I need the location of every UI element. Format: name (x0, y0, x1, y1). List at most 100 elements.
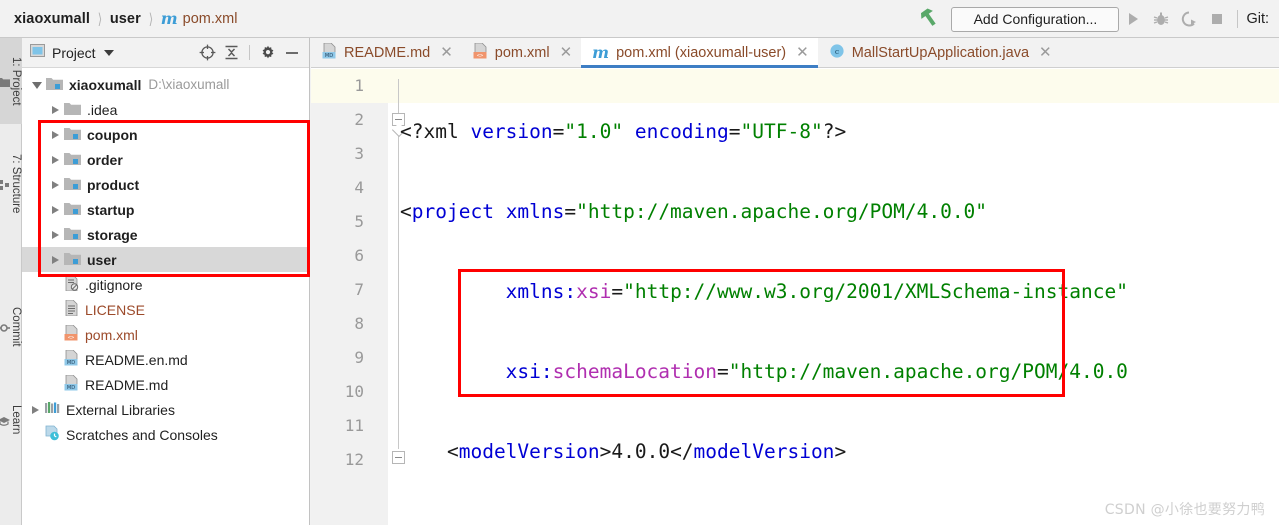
chevron-collapsed-icon[interactable] (52, 255, 59, 264)
tree-node-xiaoxumall[interactable]: xiaoxumall D:\xiaoxumall (22, 72, 309, 97)
tree-node-coupon[interactable]: coupon (22, 122, 309, 147)
tree-node-label: xiaoxumall (69, 76, 142, 93)
sidebar-item-learn[interactable]: Learn (0, 388, 22, 452)
hammer-icon[interactable] (917, 7, 943, 31)
tree-node-user[interactable]: user (22, 247, 309, 272)
editor-area: MD README.md ✕ <> pom.xml ✕ m pom.xml (x… (311, 38, 1279, 525)
code-line-5: <modelVersion>4.0.0</modelVersion> (446, 440, 847, 463)
tree-node-license[interactable]: LICENSE (22, 297, 309, 322)
sidebar-item-commit[interactable]: Commit (0, 288, 22, 366)
toolbar-actions: Add Configuration... Git: (917, 0, 1279, 38)
chevron-down-icon[interactable] (103, 49, 114, 56)
tree-node-product[interactable]: product (22, 172, 309, 197)
svg-text:MD: MD (325, 53, 333, 59)
hide-minimize-icon[interactable] (281, 42, 303, 64)
select-opened-file-icon[interactable] (196, 42, 218, 64)
line-number: 5 (354, 212, 364, 231)
tree-node-label: product (87, 176, 140, 193)
tree-node-label: README.md (85, 376, 169, 393)
xml-file-icon: <> (473, 42, 488, 63)
line-number: 4 (354, 178, 364, 197)
chevron-collapsed-icon[interactable] (52, 105, 59, 114)
maven-m-icon: m (160, 8, 178, 28)
tree-node-readme-en-md[interactable]: MD README.en.md (22, 347, 309, 372)
breadcrumb-file[interactable]: pom.xml (183, 11, 238, 27)
java-class-icon: c (829, 43, 845, 63)
tree-node-path: D:\xiaoxumall (148, 77, 230, 92)
top-toolbar: xiaoxumall ⟩ user ⟩ m pom.xml Add Config… (0, 0, 1279, 38)
run-with-coverage-icon[interactable] (1175, 5, 1203, 33)
tree-node-label: order (87, 151, 123, 168)
sidebar-item-structure[interactable]: 7: Structure (0, 134, 22, 234)
breadcrumb-separator: ⟩ (97, 10, 103, 28)
tab-mallstartupapplication-java[interactable]: c MallStartUpApplication.java ✕ (817, 38, 1061, 67)
tab-readme-md[interactable]: MD README.md ✕ (311, 38, 462, 67)
sidebar-item-project[interactable]: 1: Project (0, 38, 22, 124)
code-editor[interactable]: 1 2 3 4 5 6 7 8 9 10 11 12 <?xml version… (311, 69, 1279, 525)
tree-node-readme-md[interactable]: MD README.md (22, 372, 309, 397)
module-folder-icon (46, 76, 63, 94)
git-label[interactable]: Git: (1244, 11, 1275, 27)
close-icon[interactable]: ✕ (796, 45, 809, 60)
tree-node-scratches-and-consoles[interactable]: Scratches and Consoles (22, 422, 309, 447)
tree-node-label: External Libraries (66, 401, 175, 418)
tab-label: MallStartUpApplication.java (851, 44, 1030, 61)
chevron-collapsed-icon[interactable] (52, 230, 59, 239)
code-line-4: xsi:schemaLocation="http://maven.apache.… (505, 360, 1128, 383)
chevron-collapsed-icon[interactable] (52, 155, 59, 164)
line-number: 6 (354, 246, 364, 265)
tree-node-idea[interactable]: .idea (22, 97, 309, 122)
svg-text:MD: MD (67, 360, 75, 366)
project-panel-title: Project (52, 44, 96, 61)
line-number: 11 (344, 416, 364, 435)
svg-text:<>: <> (68, 335, 75, 341)
chevron-collapsed-icon[interactable] (52, 130, 59, 139)
xml-file-icon: <> (64, 324, 79, 344)
code-lines[interactable]: <?xml version="1.0" encoding="UTF-8"?> <… (400, 69, 1279, 525)
line-number: 9 (354, 348, 364, 367)
tree-node-order[interactable]: order (22, 147, 309, 172)
chevron-collapsed-icon[interactable] (32, 405, 39, 414)
editor-tab-bar: MD README.md ✕ <> pom.xml ✕ m pom.xml (x… (311, 38, 1279, 68)
close-icon[interactable]: ✕ (440, 45, 453, 60)
close-icon[interactable]: ✕ (1039, 45, 1052, 60)
line-number: 7 (354, 280, 364, 299)
tree-node-label: Scratches and Consoles (66, 426, 218, 443)
module-folder-icon (64, 151, 81, 169)
breadcrumb: xiaoxumall ⟩ user ⟩ m pom.xml (0, 10, 237, 28)
markdown-file-icon: MD (64, 374, 79, 394)
gear-icon[interactable] (257, 42, 279, 64)
chevron-collapsed-icon[interactable] (52, 205, 59, 214)
tree-node-startup[interactable]: startup (22, 197, 309, 222)
add-configuration-button[interactable]: Add Configuration... (951, 6, 1120, 32)
module-folder-icon (64, 201, 81, 219)
tab-pom-xml[interactable]: <> pom.xml ✕ (461, 38, 582, 67)
markdown-file-icon: MD (64, 349, 79, 369)
breadcrumb-project[interactable]: xiaoxumall (14, 11, 90, 27)
close-icon[interactable]: ✕ (560, 45, 573, 60)
tab-label: pom.xml (494, 44, 550, 61)
toolbar-divider (1237, 10, 1239, 28)
breadcrumb-separator: ⟩ (148, 10, 153, 28)
tree-node-gitignore[interactable]: .gitignore (22, 272, 309, 297)
collapse-all-icon[interactable] (220, 42, 242, 64)
tree-node-label: coupon (87, 126, 138, 143)
breadcrumb-module[interactable]: user (110, 11, 141, 27)
stop-square-icon[interactable] (1203, 5, 1231, 33)
run-play-icon[interactable] (1119, 5, 1147, 33)
debug-bug-icon[interactable] (1147, 5, 1175, 33)
tree-node-external-libraries[interactable]: External Libraries (22, 397, 309, 422)
tab-pom-xml-xiaoxumall-user[interactable]: m pom.xml (xiaoxumall-user) ✕ (581, 38, 818, 68)
tree-node-storage[interactable]: storage (22, 222, 309, 247)
tree-node-label: startup (87, 201, 135, 218)
code-line-1: <?xml version="1.0" encoding="UTF-8"?> (400, 120, 847, 143)
code-line-3: xmlns:xsi="http://www.w3.org/2001/XMLSch… (505, 280, 1128, 303)
idea-window: xiaoxumall ⟩ user ⟩ m pom.xml Add Config… (0, 0, 1279, 525)
csdn-watermark: CSDN @小徐也要努力鸭 (1104, 502, 1265, 518)
chevron-expanded-icon[interactable] (32, 82, 42, 89)
svg-text:c: c (835, 47, 839, 56)
chevron-collapsed-icon[interactable] (52, 180, 59, 189)
module-folder-icon (64, 176, 81, 194)
tree-node-pom-xml[interactable]: <> pom.xml (22, 322, 309, 347)
folder-icon (64, 101, 81, 119)
